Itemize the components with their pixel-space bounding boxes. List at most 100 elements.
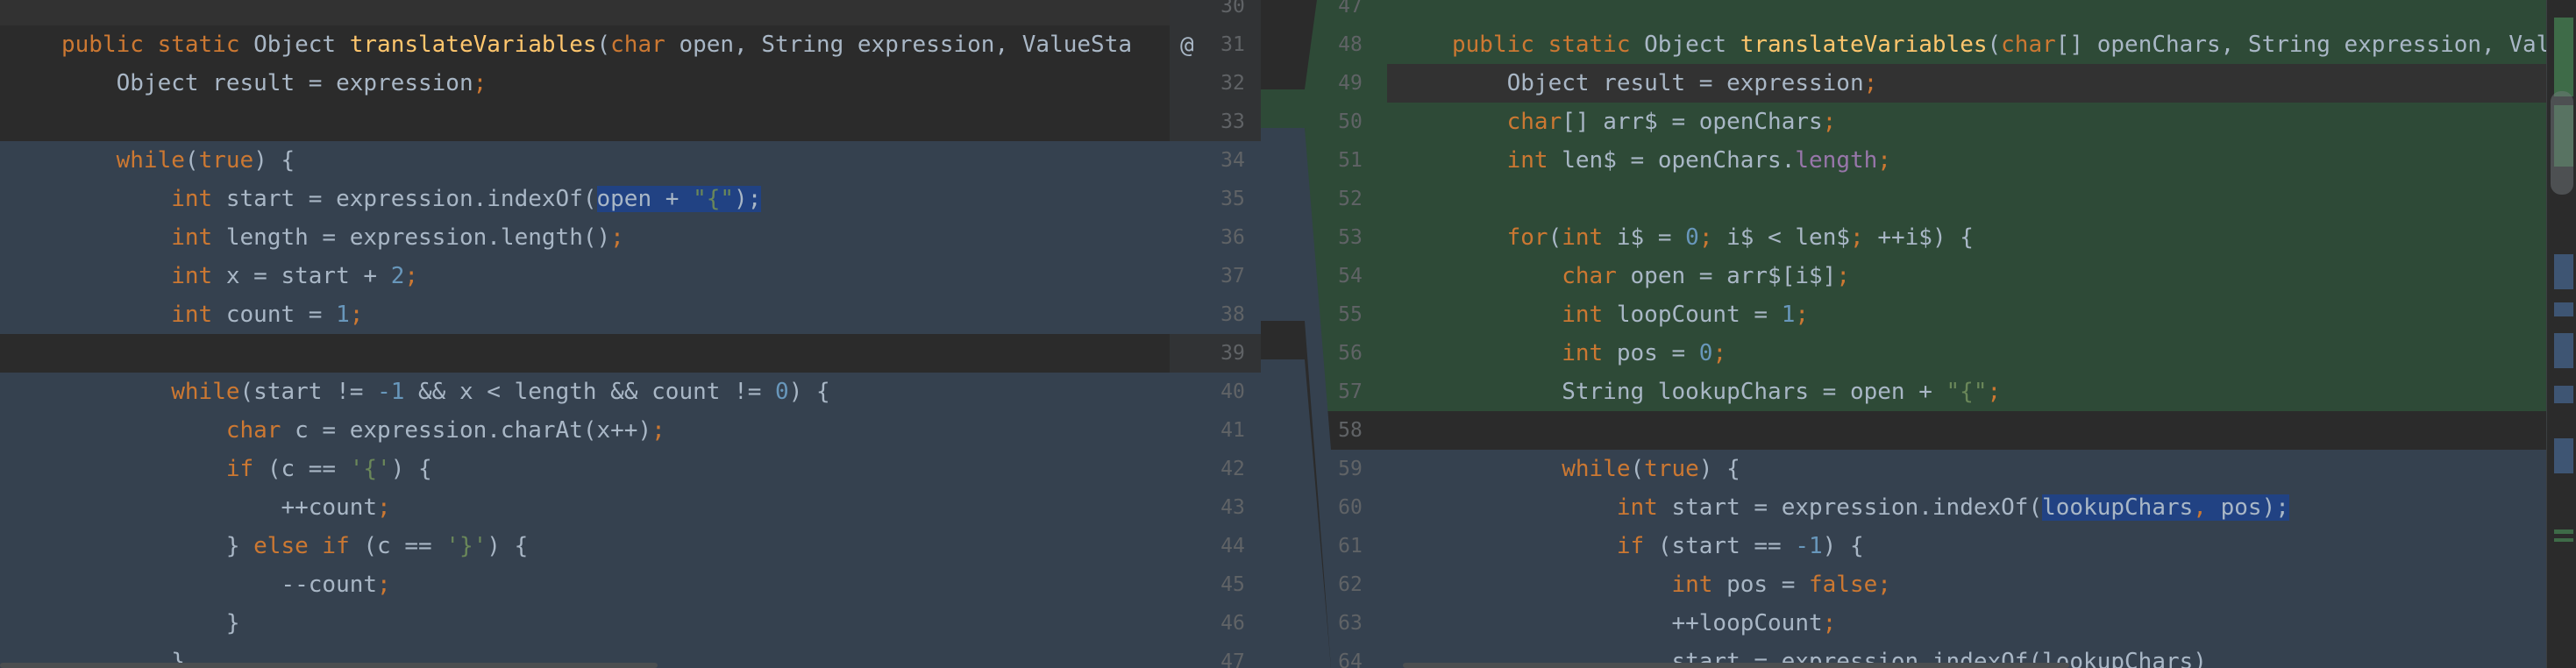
- code-token: String lookupChars = open +: [1452, 379, 1946, 405]
- left-code-line[interactable]: public static Object translateVariables(…: [0, 25, 1170, 64]
- left-line-number: 41: [1220, 419, 1245, 442]
- code-token: for: [1506, 224, 1548, 251]
- left-gutter-row: 36: [1170, 218, 1261, 257]
- left-code-pane[interactable]: public static Object translateVariables(…: [0, 0, 1170, 668]
- left-code-line[interactable]: int start = expression.indexOf(open + "{…: [0, 180, 1170, 218]
- right-code-line[interactable]: for(int i$ = 0; i$ < len$; ++i$) {: [1387, 218, 2546, 257]
- left-code-line[interactable]: int x = start + 2;: [0, 257, 1170, 295]
- right-code-line[interactable]: int start = expression.indexOf(lookupCha…: [1387, 488, 2546, 527]
- code-token: pos =: [1726, 572, 1809, 598]
- code-token: --count: [61, 572, 378, 598]
- left-line-number: 46: [1220, 612, 1245, 635]
- left-gutter-row: 44: [1170, 527, 1261, 565]
- right-code-line[interactable]: [1387, 0, 2546, 25]
- code-token: (: [596, 32, 611, 58]
- right-code-line[interactable]: int len$ = openChars.length;: [1387, 141, 2546, 180]
- right-code-line[interactable]: Object result = expression;: [1387, 64, 2546, 103]
- scrollbar-insert-marker: [2554, 538, 2573, 542]
- vertical-scrollbar[interactable]: [2546, 0, 2576, 668]
- left-code-line[interactable]: --count;: [0, 565, 1170, 604]
- right-code-line[interactable]: int pos = false;: [1387, 565, 2546, 604]
- left-code-line[interactable]: while(start != -1 && x < length && count…: [0, 373, 1170, 411]
- right-line-gutter: 47 48 49 50 51 52 53 54 55 56 57 58 59 60 61 62 63 64: [1261, 0, 1387, 668]
- left-code-line[interactable]: while(true) {: [0, 141, 1170, 180]
- right-code-line[interactable]: while(true) {: [1387, 450, 2546, 488]
- code-token: while: [116, 147, 185, 174]
- right-code-line[interactable]: [1387, 411, 2546, 450]
- right-code-pane[interactable]: public static Object translateVariables(…: [1387, 0, 2546, 668]
- code-token: int: [1671, 572, 1727, 598]
- code-token: int: [1616, 494, 1672, 521]
- left-gutter-row: 43: [1170, 488, 1261, 527]
- left-code-line[interactable]: char c = expression.charAt(x++);: [0, 411, 1170, 450]
- code-token: len$ = openChars.: [1562, 147, 1796, 174]
- code-token: int: [1562, 302, 1617, 328]
- left-horizontal-scrollbar[interactable]: [0, 663, 658, 668]
- right-line-number: 58: [1338, 419, 1363, 442]
- right-line-number: 62: [1338, 573, 1363, 596]
- code-token: Object result = expression: [1452, 70, 1864, 96]
- right-code-line[interactable]: [1387, 180, 2546, 218]
- left-code-line[interactable]: [0, 0, 1170, 25]
- right-line-number: 55: [1338, 303, 1363, 326]
- left-code-line[interactable]: Object result = expression;: [0, 64, 1170, 103]
- code-token: translateVariables: [349, 32, 597, 58]
- right-code-line[interactable]: int loopCount = 1;: [1387, 295, 2546, 334]
- right-code-line[interactable]: char[] arr$ = openChars;: [1387, 103, 2546, 141]
- code-token: ;: [377, 494, 391, 521]
- right-code-line[interactable]: public static Object translateVariables(…: [1387, 25, 2546, 64]
- right-line-number: 54: [1338, 265, 1363, 288]
- override-marker[interactable]: @: [1180, 26, 1194, 65]
- code-token: 0: [1698, 340, 1713, 366]
- code-token: ;: [1877, 572, 1891, 598]
- code-token: (start !=: [239, 379, 378, 405]
- right-code-text: String lookupChars = open + "{";: [1452, 373, 2001, 411]
- code-token: ;: [1877, 147, 1891, 174]
- right-code-line[interactable]: if (start == -1) {: [1387, 527, 2546, 565]
- left-line-number: 43: [1220, 496, 1245, 519]
- code-token: start = expression.indexOf(: [1671, 494, 2043, 521]
- left-gutter-row: 35: [1170, 180, 1261, 218]
- code-token: int: [171, 224, 226, 251]
- code-token: open +: [596, 186, 694, 212]
- code-token: ) {: [788, 379, 830, 405]
- code-token: else if: [253, 533, 364, 559]
- left-code-line[interactable]: [0, 334, 1170, 373]
- left-line-number: 40: [1220, 380, 1245, 403]
- left-gutter-row: 47: [1170, 643, 1261, 668]
- left-code-line[interactable]: if (c == '{') {: [0, 450, 1170, 488]
- left-code-text: int count = 1;: [61, 295, 363, 334]
- code-token: (c ==: [363, 533, 446, 559]
- right-line-number: 60: [1338, 496, 1363, 519]
- right-code-line[interactable]: ++loopCount;: [1387, 604, 2546, 643]
- scrollbar-change-marker: [2554, 333, 2573, 368]
- right-code-line[interactable]: String lookupChars = open + "{";: [1387, 373, 2546, 411]
- right-horizontal-scrollbar[interactable]: [1403, 663, 2069, 668]
- left-code-line[interactable]: int length = expression.length();: [0, 218, 1170, 257]
- code-token: 2: [390, 263, 405, 289]
- left-code-line[interactable]: [0, 103, 1170, 141]
- right-code-line[interactable]: char open = arr$[i$];: [1387, 257, 2546, 295]
- code-token: 1: [1781, 302, 1796, 328]
- left-code-text: int length = expression.length();: [61, 218, 624, 257]
- scrollbar-thumb[interactable]: [2551, 91, 2573, 195]
- left-line-number: 32: [1220, 72, 1245, 95]
- right-code-text: char open = arr$[i$];: [1452, 257, 1850, 295]
- left-code-line[interactable]: ++count;: [0, 488, 1170, 527]
- right-code-line[interactable]: int pos = 0;: [1387, 334, 2546, 373]
- left-code-text: while(start != -1 && x < length && count…: [61, 373, 830, 411]
- code-token: char: [610, 32, 680, 58]
- code-token: if: [225, 456, 267, 482]
- left-code-line[interactable]: int count = 1;: [0, 295, 1170, 334]
- right-line-number: 64: [1338, 650, 1363, 668]
- code-token: x = start +: [225, 263, 391, 289]
- left-code-line[interactable]: } else if (c == '}') {: [0, 527, 1170, 565]
- code-token: '{': [349, 456, 391, 482]
- left-code-line[interactable]: }: [0, 604, 1170, 643]
- code-token: true: [198, 147, 254, 174]
